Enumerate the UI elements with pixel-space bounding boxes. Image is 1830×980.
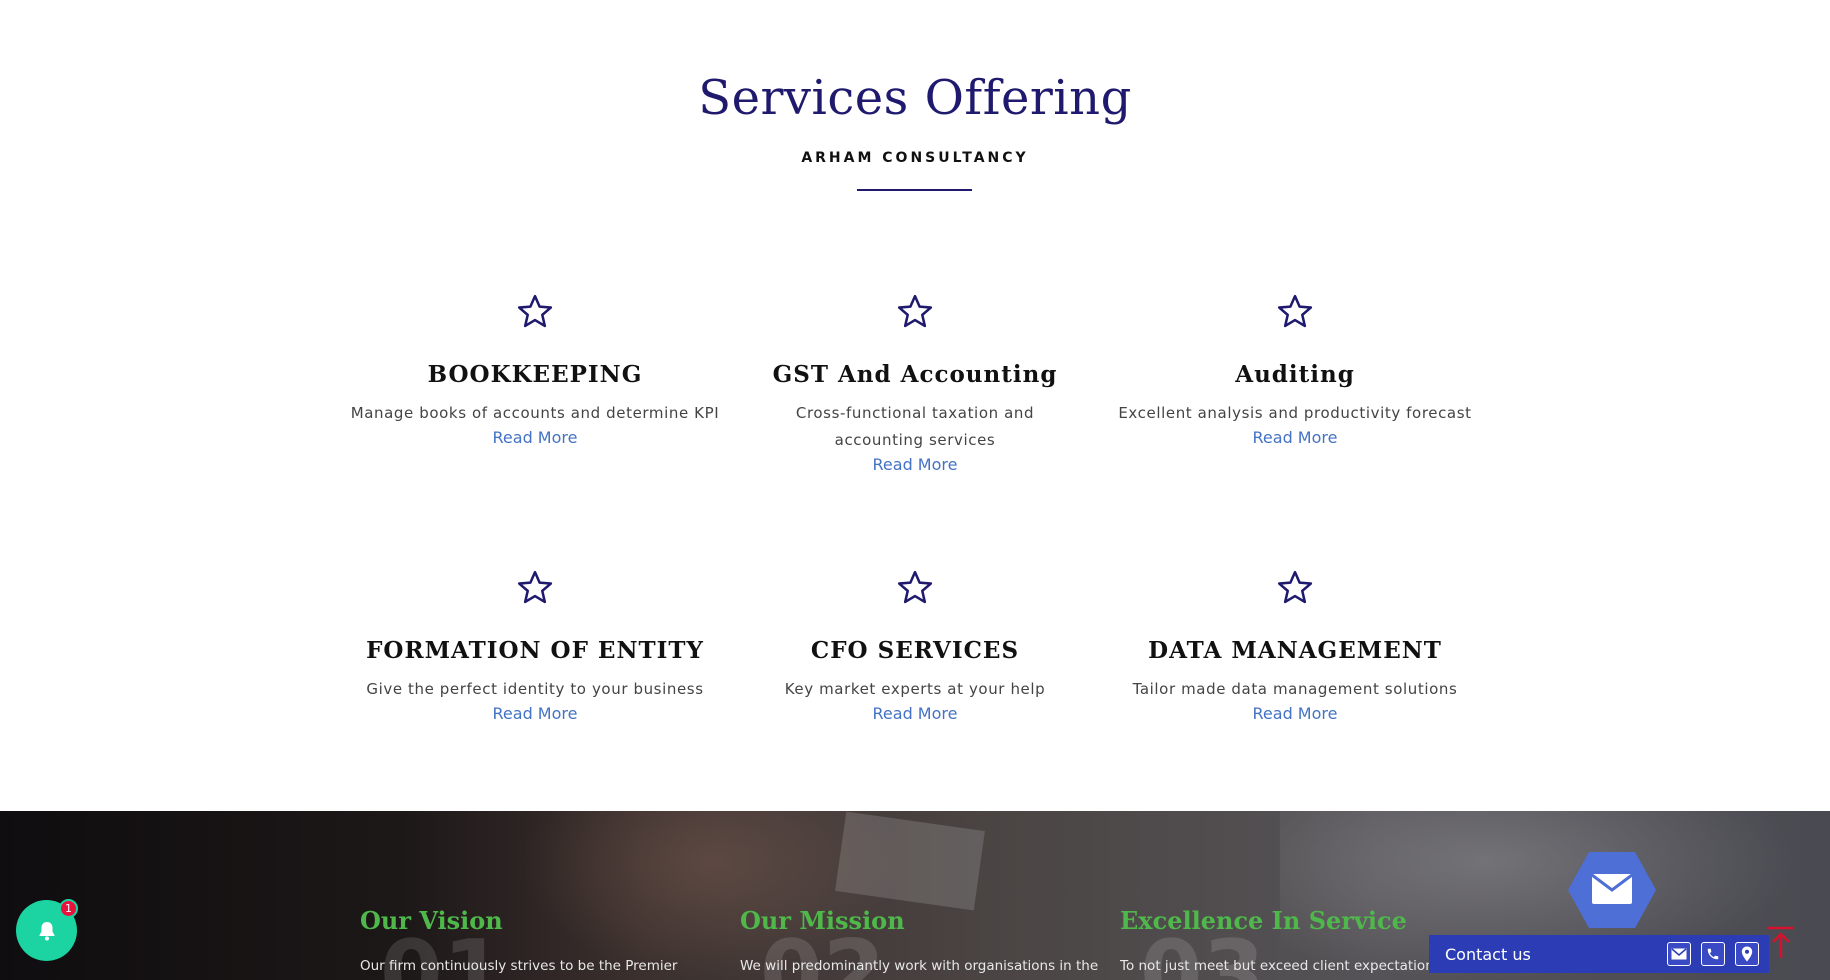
- read-more-link[interactable]: Read More: [1105, 427, 1485, 449]
- service-description: Tailor made data management solutions: [1132, 679, 1458, 698]
- value-text: Our firm continuously strives to be the …: [360, 957, 678, 974]
- service-title: Auditing: [1235, 361, 1355, 388]
- contact-bar[interactable]: Contact us: [1429, 935, 1769, 973]
- read-more-link[interactable]: Read More: [725, 703, 1105, 725]
- service-card-gst: GST And Accounting Cross-functional taxa…: [725, 293, 1105, 476]
- notification-badge: 1: [59, 899, 78, 918]
- value-vision: 01 Our Vision Our firm continuously stri…: [360, 906, 720, 980]
- service-card-cfo: CFO SERVICES Key market experts at your …: [725, 569, 1105, 725]
- service-description: Excellent analysis and productivity fore…: [1118, 403, 1472, 422]
- bell-icon: [39, 921, 54, 940]
- service-title: FORMATION OF ENTITY: [366, 637, 704, 664]
- service-title: CFO SERVICES: [810, 637, 1020, 664]
- star-icon: [1277, 294, 1313, 328]
- service-description: Key market experts at your help: [784, 679, 1046, 698]
- service-card-bookkeeping: BOOKKEEPING Manage books of accounts and…: [345, 293, 725, 449]
- mail-icon[interactable]: [1667, 942, 1691, 966]
- star-icon: [897, 294, 933, 328]
- mail-chat-button[interactable]: [1567, 850, 1657, 930]
- services-section: Services Offering ARHAM CONSULTANCY BOOK…: [0, 0, 1830, 811]
- service-description: Give the perfect identity to your busine…: [366, 679, 704, 698]
- service-card-auditing: Auditing Excellent analysis and producti…: [1105, 293, 1485, 449]
- star-icon: [1277, 570, 1313, 604]
- read-more-link[interactable]: Read More: [725, 454, 1105, 476]
- value-title: Our Vision: [360, 906, 503, 935]
- read-more-link[interactable]: Read More: [345, 427, 725, 449]
- service-description: Cross-functional taxation and accounting…: [795, 403, 1035, 449]
- service-card-data-management: DATA MANAGEMENT Tailor made data managem…: [1105, 569, 1485, 725]
- value-text: To not just meet but exceed client expec…: [1120, 957, 1434, 974]
- value-text: We will predominantly work with organisa…: [740, 957, 1099, 974]
- service-title: BOOKKEEPING: [427, 361, 643, 388]
- scroll-to-top-icon[interactable]: [1766, 926, 1796, 960]
- section-divider: [857, 189, 972, 191]
- service-title: DATA MANAGEMENT: [1148, 637, 1442, 664]
- value-title: Our Mission: [740, 906, 905, 935]
- service-card-formation: FORMATION OF ENTITY Give the perfect ide…: [345, 569, 725, 725]
- star-icon: [517, 294, 553, 328]
- section-title: Services Offering: [698, 70, 1132, 126]
- star-icon: [897, 570, 933, 604]
- service-description: Manage books of accounts and determine K…: [350, 403, 720, 422]
- section-subtitle: ARHAM CONSULTANCY: [801, 150, 1029, 166]
- value-excellence: 03 Excellence In Service To not just mee…: [1120, 906, 1480, 980]
- phone-icon[interactable]: [1701, 942, 1725, 966]
- read-more-link[interactable]: Read More: [345, 703, 725, 725]
- value-title: Excellence In Service: [1120, 906, 1407, 935]
- value-mission: 02 Our Mission We will predominantly wor…: [740, 906, 1100, 980]
- read-more-link[interactable]: Read More: [1105, 703, 1485, 725]
- contact-label: Contact us: [1445, 944, 1531, 964]
- location-icon[interactable]: [1735, 942, 1759, 966]
- service-title: GST And Accounting: [772, 361, 1058, 388]
- star-icon: [517, 570, 553, 604]
